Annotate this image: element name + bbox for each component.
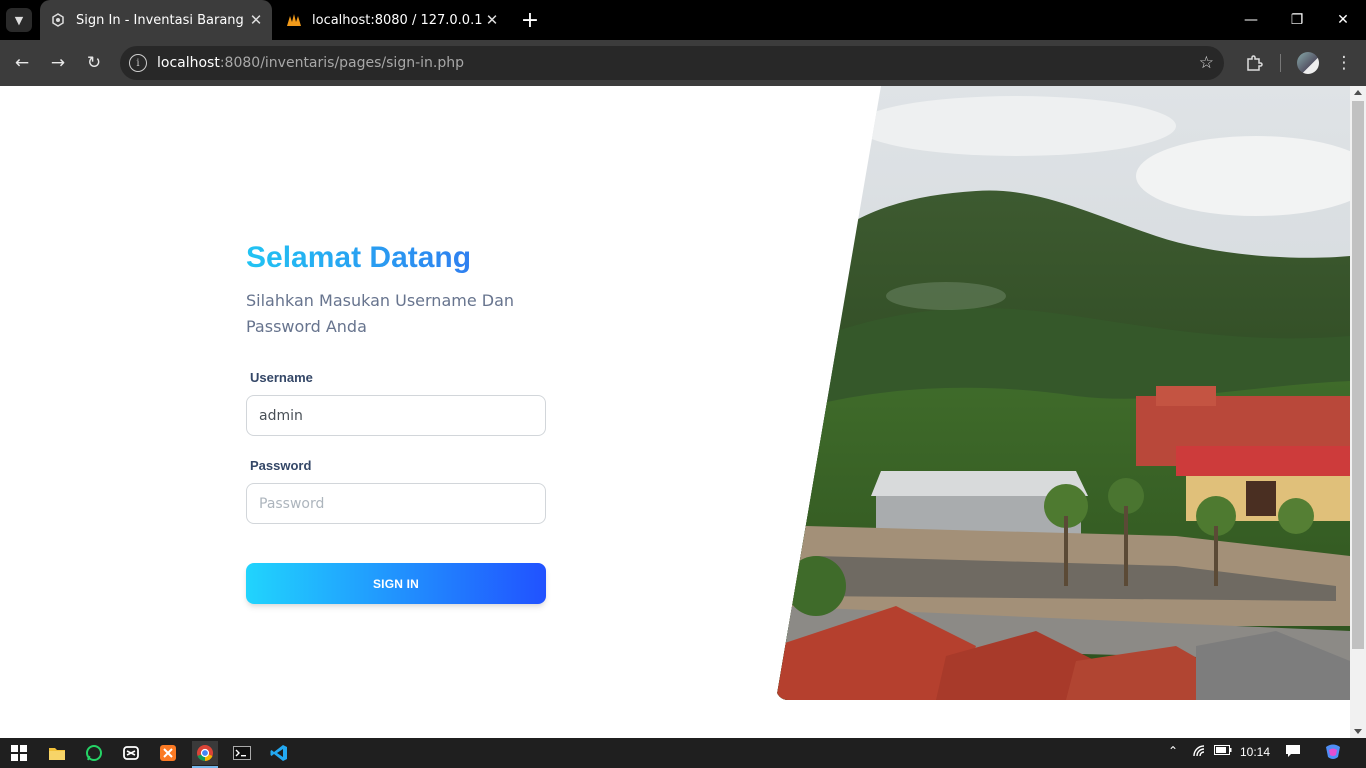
page-viewport: Selamat Datang Silahkan Masukan Username… — [0, 86, 1366, 738]
minimize-button[interactable]: — — [1228, 0, 1274, 40]
campus-landscape-image — [776, 86, 1350, 700]
phpmyadmin-favicon-icon — [286, 12, 302, 28]
tab-strip: ▼ Sign In - Inventasi Barang ✕ localhost… — [0, 0, 1366, 40]
toolbar-separator — [1280, 54, 1281, 72]
scroll-up-arrow-icon[interactable] — [1354, 90, 1362, 95]
copilot-icon[interactable] — [1323, 742, 1343, 765]
tab-phpmyadmin[interactable]: localhost:8080 / 127.0.0.1 / db_ ✕ — [276, 0, 508, 40]
capcut-icon[interactable] — [118, 741, 144, 765]
network-wifi-icon[interactable] — [1192, 744, 1208, 761]
close-window-button[interactable]: ✕ — [1320, 0, 1366, 40]
show-hidden-icons-chevron-icon[interactable]: ⌃ — [1168, 744, 1178, 758]
browser-menu-icon[interactable]: ⋮ — [1333, 52, 1355, 74]
tab-search-button[interactable]: ▼ — [6, 8, 32, 32]
notification-icon[interactable] — [1285, 744, 1301, 761]
tab-title: localhost:8080 / 127.0.0.1 / db_ — [312, 12, 482, 28]
tab-title: Sign In - Inventasi Barang — [76, 12, 244, 28]
terminal-icon[interactable] — [229, 741, 255, 765]
scroll-thumb[interactable] — [1352, 101, 1364, 649]
url-host: localhost — [157, 55, 220, 71]
site-favicon-icon — [50, 12, 66, 28]
whatsapp-icon[interactable] — [81, 741, 107, 765]
site-info-icon[interactable]: i — [129, 54, 147, 72]
vscode-icon[interactable] — [266, 741, 292, 765]
windows-start-icon[interactable] — [6, 741, 32, 765]
sign-in-button[interactable]: SIGN IN — [246, 563, 546, 604]
taskbar-clock[interactable]: 10:14 — [1240, 745, 1270, 759]
page-scrollbar[interactable] — [1350, 86, 1366, 738]
page-title: Selamat Datang — [246, 241, 472, 274]
tab-close-icon[interactable]: ✕ — [482, 10, 502, 30]
windows-taskbar: ⌃ 10:14 — [0, 738, 1366, 768]
new-tab-button[interactable]: + — [518, 8, 542, 33]
page-subtitle: Silahkan Masukan Username Dan Password A… — [246, 291, 515, 336]
reload-icon[interactable]: ↻ — [81, 50, 107, 76]
forward-arrow-icon[interactable]: → — [45, 50, 71, 76]
password-label: Password — [250, 458, 312, 473]
xampp-icon[interactable] — [155, 741, 181, 765]
username-label: Username — [250, 370, 313, 385]
bookmark-star-icon[interactable]: ☆ — [1199, 53, 1214, 73]
chrome-icon[interactable] — [192, 741, 218, 768]
address-bar[interactable]: i localhost:8080/inventaris/pages/sign-i… — [120, 46, 1224, 80]
back-arrow-icon[interactable]: ← — [9, 50, 35, 76]
url-path: :8080/inventaris/pages/sign-in.php — [219, 55, 464, 71]
restore-button[interactable]: ❐ — [1274, 0, 1320, 40]
browser-toolbar: ← → ↻ i localhost:8080/inventaris/pages/… — [0, 40, 1366, 86]
profile-avatar[interactable] — [1297, 52, 1319, 74]
password-input[interactable] — [246, 483, 546, 524]
battery-icon[interactable] — [1214, 744, 1232, 759]
tab-sign-in[interactable]: Sign In - Inventasi Barang ✕ — [40, 0, 272, 40]
scroll-down-arrow-icon[interactable] — [1354, 729, 1362, 734]
extensions-puzzle-icon[interactable] — [1243, 52, 1265, 74]
username-input[interactable] — [246, 395, 546, 436]
tab-close-icon[interactable]: ✕ — [246, 10, 266, 30]
file-explorer-icon[interactable] — [44, 741, 70, 765]
